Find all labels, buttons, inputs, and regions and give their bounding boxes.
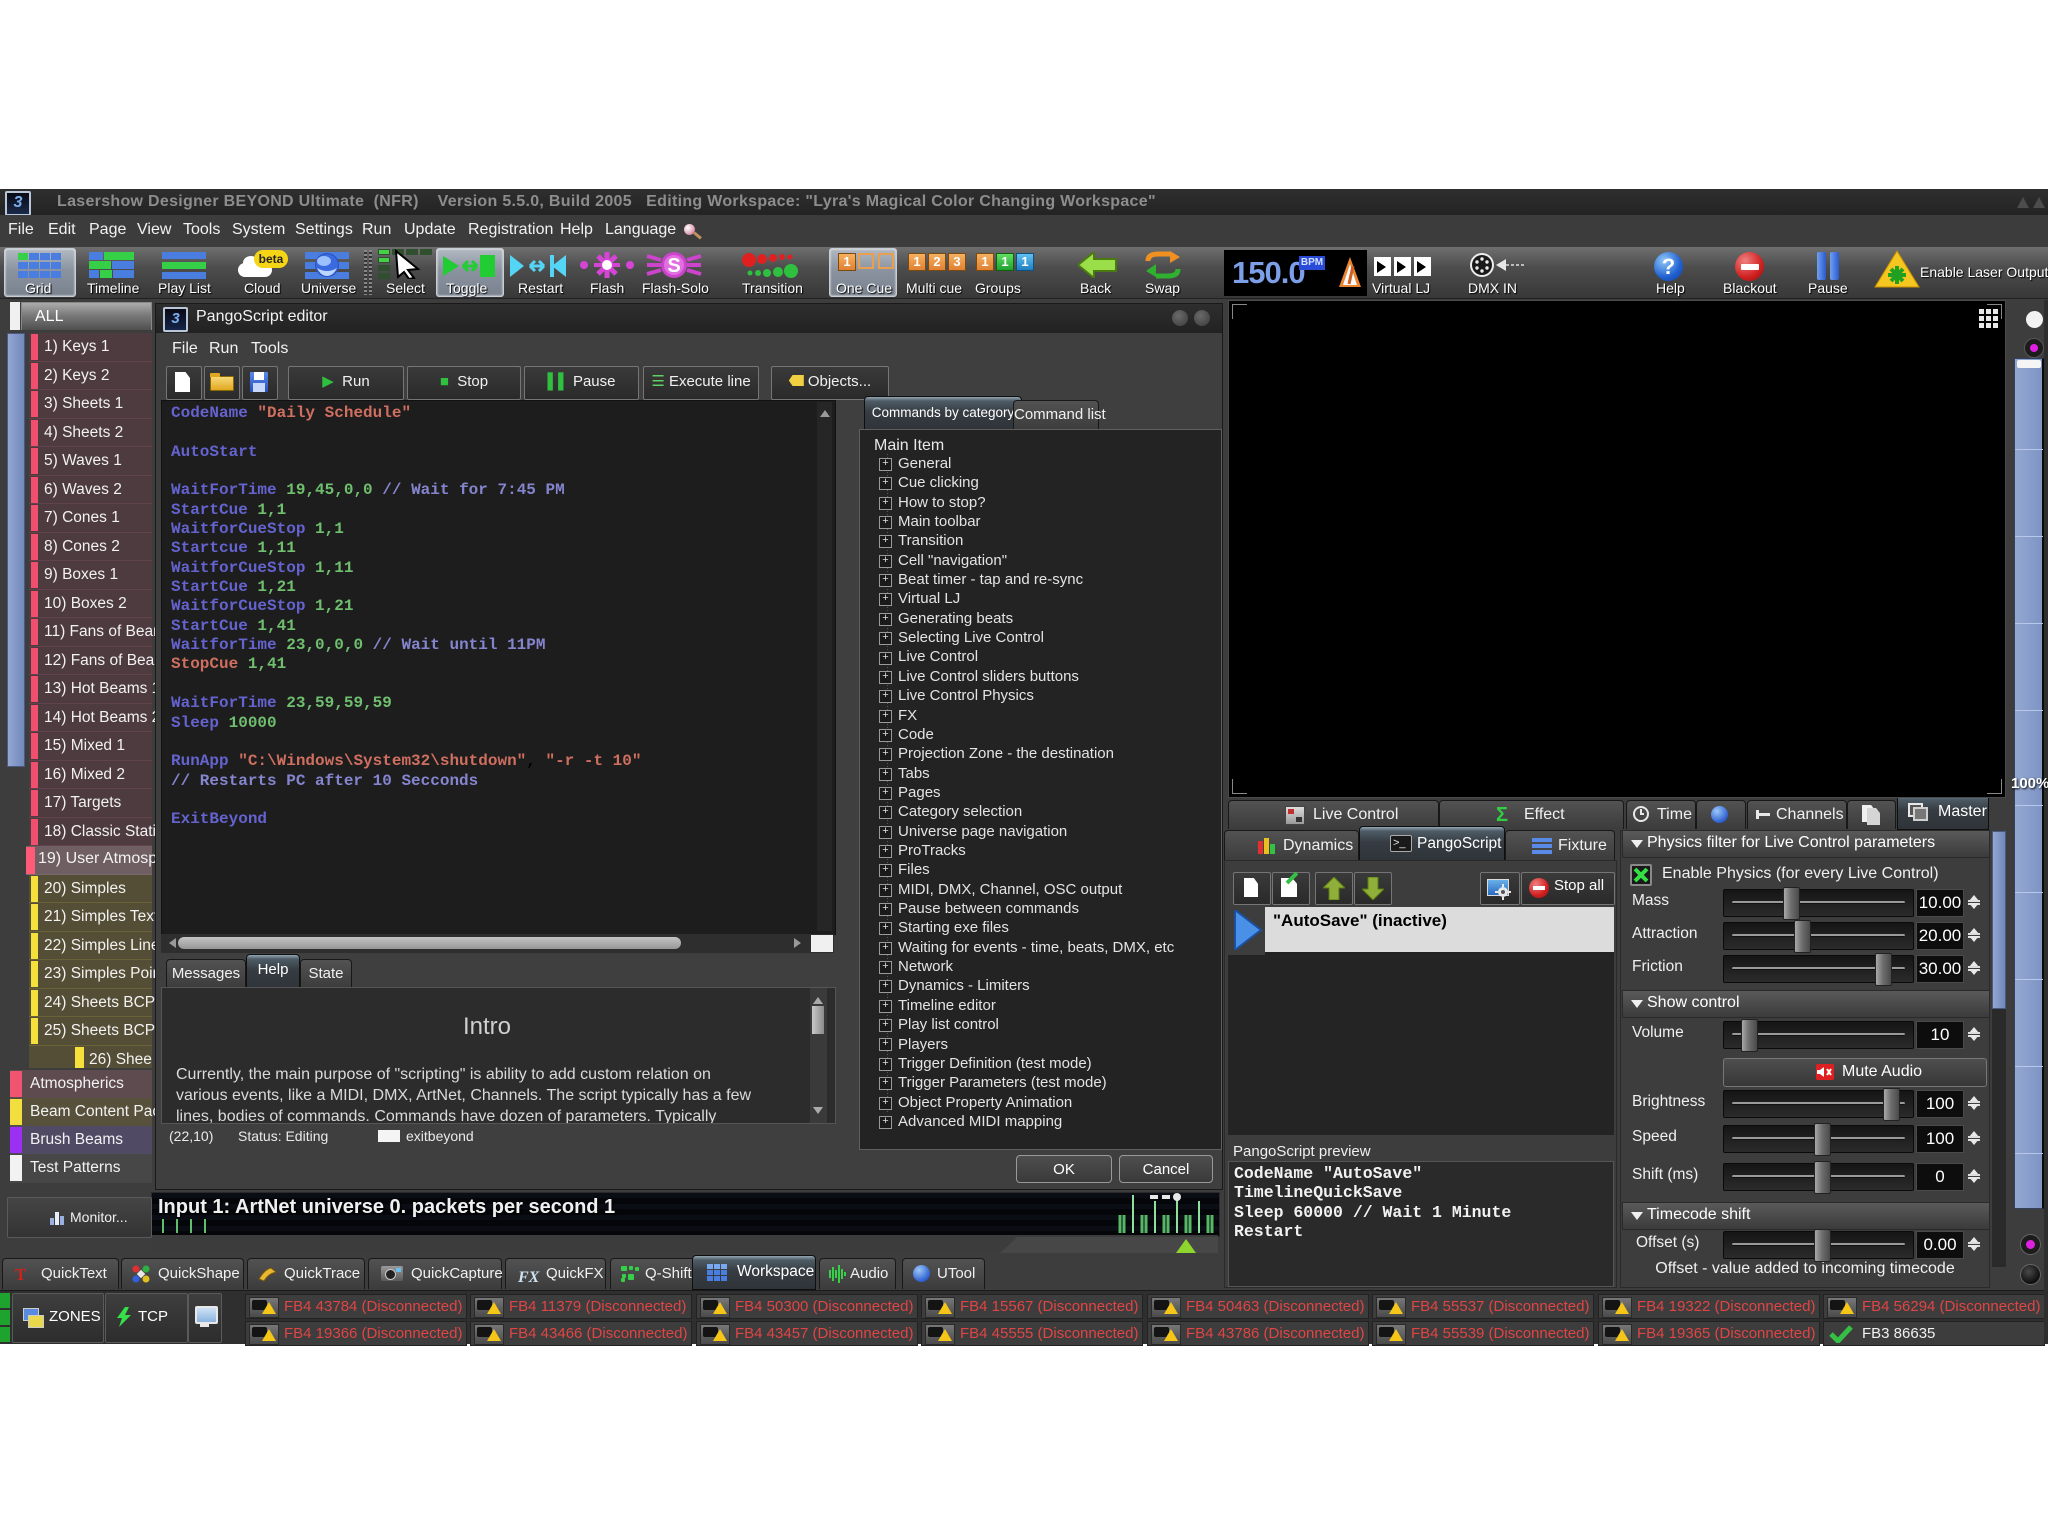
svg-text:T: T — [15, 1265, 27, 1284]
svg-text:S: S — [667, 255, 680, 277]
